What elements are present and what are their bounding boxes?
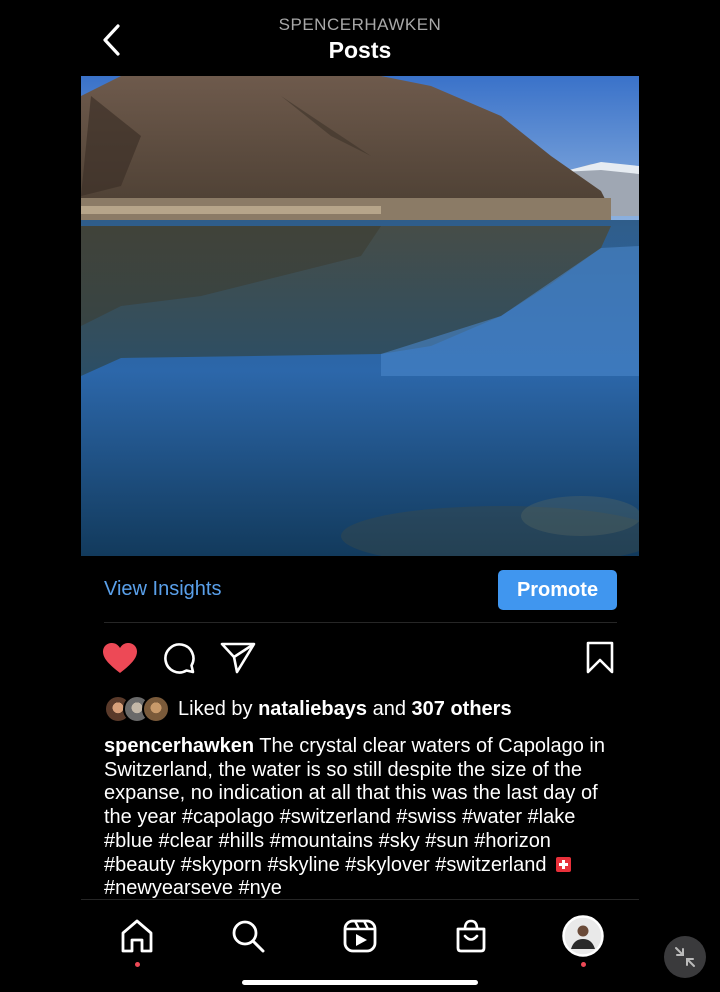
home-icon	[121, 919, 153, 953]
share-button[interactable]	[218, 638, 258, 678]
header: SPENCERHAWKEN Posts	[0, 0, 720, 76]
divider	[104, 622, 617, 623]
likes-prefix: Liked by	[178, 697, 253, 720]
minimize-arrows-icon	[675, 947, 695, 967]
header-username: SPENCERHAWKEN	[278, 15, 442, 34]
likes-count[interactable]: 307 others	[412, 698, 512, 720]
comment-button[interactable]	[159, 638, 199, 678]
search-icon	[232, 920, 265, 953]
landscape-photo	[81, 76, 639, 556]
liker-avatars	[104, 695, 170, 723]
liker-username[interactable]: nataliebays	[258, 698, 367, 720]
tab-home[interactable]	[115, 914, 159, 958]
likes-row[interactable]: Liked by nataliebays and 307 others	[104, 694, 512, 724]
home-indicator[interactable]	[242, 980, 478, 985]
caption-text-end: #newyearseve #nye	[104, 877, 282, 900]
likes-text: Liked by nataliebays and 307 others	[178, 698, 512, 721]
likes-middle: and	[372, 697, 406, 720]
tabbar	[81, 900, 639, 970]
post-caption: spencerhawken The crystal clear waters o…	[104, 735, 624, 901]
heart-filled-icon	[103, 643, 137, 673]
comment-icon	[164, 643, 195, 674]
profile-notification-dot	[581, 962, 586, 967]
caption-username[interactable]: spencerhawken	[104, 735, 254, 757]
like-button[interactable]	[100, 638, 140, 678]
tab-profile[interactable]	[561, 914, 605, 958]
swiss-flag-icon	[556, 856, 572, 872]
reels-icon	[343, 919, 377, 953]
page-title: Posts	[328, 37, 392, 63]
tab-reels[interactable]	[338, 914, 382, 958]
post-actions	[100, 638, 620, 678]
promote-button[interactable]: Promote	[498, 570, 617, 610]
profile-avatar	[562, 915, 604, 957]
avatar	[142, 695, 170, 723]
save-button[interactable]	[580, 638, 620, 678]
bookmark-icon	[586, 641, 614, 674]
tab-shop[interactable]	[449, 914, 493, 958]
post-image[interactable]	[81, 76, 639, 556]
tab-search[interactable]	[226, 914, 270, 958]
insights-row: View Insights Promote	[104, 570, 617, 610]
send-icon	[220, 642, 256, 674]
view-insights-link[interactable]: View Insights	[104, 578, 221, 601]
home-notification-dot	[135, 962, 140, 967]
minimize-button[interactable]	[664, 936, 706, 978]
shop-icon	[456, 919, 486, 953]
